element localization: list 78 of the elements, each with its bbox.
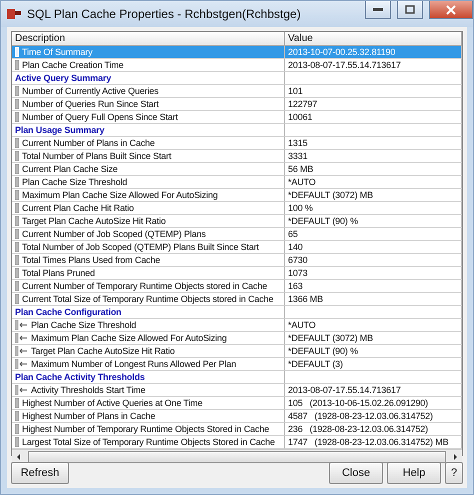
table-cell: 3331 [285, 150, 462, 163]
minimize-button[interactable] [365, 1, 391, 19]
table-cell: 1366 MB [285, 293, 462, 306]
table-cell[interactable]: Current Number of Plans in Cache [12, 137, 285, 150]
table-cell[interactable]: Highest Number of Plans in Cache [12, 410, 285, 423]
table-cell: *DEFAULT (90) % [285, 345, 462, 358]
setting-icon [15, 359, 28, 369]
refresh-button[interactable]: Refresh [11, 462, 69, 484]
setting-icon [15, 333, 28, 343]
setting-icon [15, 385, 28, 395]
table-cell[interactable]: Total Times Plans Used from Cache [12, 254, 285, 267]
table-cell[interactable]: Number of Queries Run Since Start [12, 98, 285, 111]
table-cell[interactable]: Current Plan Cache Size [12, 163, 285, 176]
table-cell[interactable]: Number of Currently Active Queries [12, 85, 285, 98]
table-cell[interactable]: Number of Query Full Opens Since Start [12, 111, 285, 124]
table-cell: 2013-08-07-17.55.14.713617 [285, 59, 462, 72]
table-cell: 122797 [285, 98, 462, 111]
table-cell[interactable]: Total Plans Pruned [12, 267, 285, 280]
table-cell: 140 [285, 241, 462, 254]
table-cell[interactable]: Largest Total Size of Temporary Runtime Objects Stored in Cache [12, 436, 285, 449]
table-cell[interactable]: Total Number of Plans Built Since Start [12, 150, 285, 163]
maximize-button[interactable] [397, 1, 423, 19]
table-cell[interactable]: Highest Number of Active Queries at One Time [12, 397, 285, 410]
table-cell: 100 % [285, 202, 462, 215]
table-cell: *DEFAULT (3072) MB [285, 189, 462, 202]
app-icon [7, 8, 21, 20]
table-cell: 105 (2013-10-06-15.02.26.091290) [285, 397, 462, 410]
section-header[interactable]: Plan Cache Configuration [12, 306, 285, 319]
horizontal-scrollbar[interactable] [12, 449, 462, 464]
section-header[interactable]: Active Query Summary [12, 72, 285, 85]
table-cell: 1073 [285, 267, 462, 280]
help-button[interactable]: Help [387, 462, 441, 484]
minimize-icon [373, 8, 383, 12]
table-cell: *AUTO [285, 176, 462, 189]
table-cell[interactable]: Maximum Number of Longest Runs Allowed Per Plan [12, 358, 285, 371]
column-header[interactable]: Description [12, 32, 285, 46]
table-cell: 65 [285, 228, 462, 241]
table-cell: *DEFAULT (3) [285, 358, 462, 371]
section-header[interactable]: Plan Usage Summary [12, 124, 285, 137]
table-cell: *DEFAULT (90) % [285, 215, 462, 228]
scrollbar-thumb[interactable] [28, 451, 446, 463]
table-cell: 163 [285, 280, 462, 293]
table-cell: 10061 [285, 111, 462, 124]
table-cell: 1747 (1928-08-23-12.03.06.314752) MB [285, 436, 462, 449]
question-button[interactable]: ? [445, 462, 463, 484]
table-cell[interactable]: Current Plan Cache Hit Ratio [12, 202, 285, 215]
table-cell: *AUTO [285, 319, 462, 332]
table-cell: 101 [285, 85, 462, 98]
table-cell[interactable]: Plan Cache Size Threshold [12, 319, 285, 332]
table-cell[interactable]: Plan Cache Size Threshold [12, 176, 285, 189]
table-cell[interactable]: Highest Number of Temporary Runtime Objects Stored in Cache [12, 423, 285, 436]
table-cell: *DEFAULT (3072) MB [285, 332, 462, 345]
table-cell: 236 (1928-08-23-12.03.06.314752) [285, 423, 462, 436]
table-cell: 1315 [285, 137, 462, 150]
column-header[interactable]: Value [285, 32, 462, 46]
table-cell[interactable]: Current Total Size of Temporary Runtime Objects stored in Cache [12, 293, 285, 306]
window-title: SQL Plan Cache Properties - Rchbstgen(Rchbstge) [27, 7, 302, 21]
maximize-icon [405, 5, 415, 14]
table-cell: 2013-08-07-17.55.14.713617 [285, 384, 462, 397]
table-cell: 6730 [285, 254, 462, 267]
setting-icon [15, 320, 28, 330]
table-cell: 2013-10-07-00.25.32.81190 [285, 46, 462, 59]
table-cell: 56 MB [285, 163, 462, 176]
table-cell[interactable]: Target Plan Cache AutoSize Hit Ratio [12, 345, 285, 358]
table-cell[interactable]: Maximum Plan Cache Size Allowed For AutoSizing [12, 189, 285, 202]
table-cell[interactable]: Activity Thresholds Start Time [12, 384, 285, 397]
table-cell[interactable]: Current Number of Temporary Runtime Objects stored in Cache [12, 280, 285, 293]
table-cell[interactable]: Current Number of Job Scoped (QTEMP) Plans [12, 228, 285, 241]
close-window-button[interactable] [429, 1, 473, 19]
table-cell: 4587 (1928-08-23-12.03.06.314752) [285, 410, 462, 423]
setting-icon [15, 346, 28, 356]
close-button[interactable]: Close [329, 462, 383, 484]
table-cell[interactable]: Total Number of Job Scoped (QTEMP) Plans Built Since Start [12, 241, 285, 254]
table-cell[interactable]: Maximum Plan Cache Size Allowed For AutoSizing [12, 332, 285, 345]
table-cell[interactable]: Target Plan Cache AutoSize Hit Ratio [12, 215, 285, 228]
table-cell[interactable]: Plan Cache Creation Time [12, 59, 285, 72]
section-header[interactable]: Plan Cache Activity Thresholds [12, 371, 285, 384]
close-icon [446, 4, 456, 14]
